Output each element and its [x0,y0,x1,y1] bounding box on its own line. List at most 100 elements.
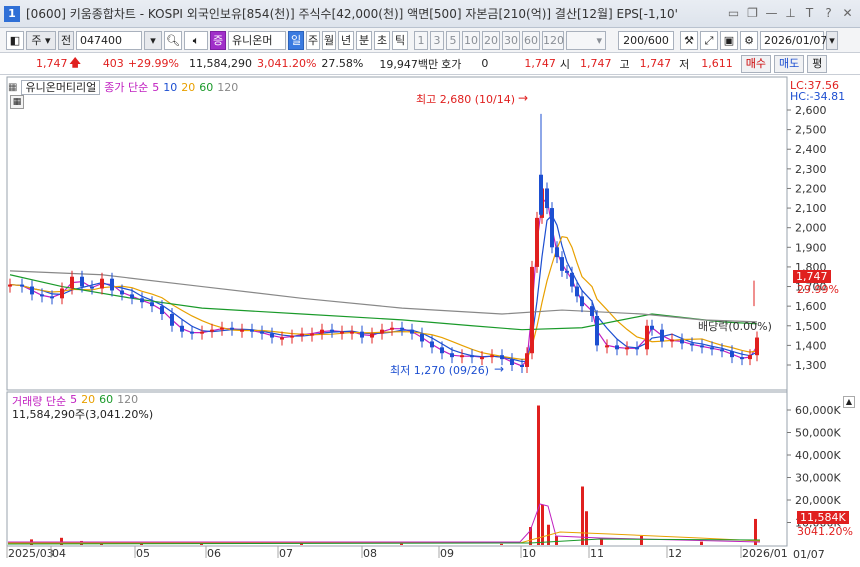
candle-body [280,337,284,340]
price-axis-tick: 1,600 [795,300,827,313]
candle-body [570,272,574,287]
candle-body [410,329,414,334]
count-value: 200 [623,33,645,47]
dividend-label: 배당락(0.00%) [698,320,772,333]
candle-body [8,284,12,287]
sell-button[interactable]: 매도 [773,54,805,73]
interval-120[interactable]: 120 [542,30,564,50]
candle-body [575,286,579,297]
stock-code-input[interactable]: 047400 [76,30,142,50]
speaker-icon[interactable]: 🔈︎ [184,30,208,50]
candle-body [80,276,84,287]
price-axis-tick: 2,000 [795,222,827,235]
pin-icon[interactable]: ⊥ [784,6,797,20]
candle-body [450,353,454,358]
low-arrow-icon: → [494,362,505,376]
candle-body [440,347,444,354]
candle-body [615,345,619,350]
date-input[interactable]: 2026/01/07 [760,30,827,50]
open-price: 1,747 [579,57,612,70]
volume-ma20-line [8,531,761,544]
change-rate: +29.99% [127,57,179,70]
window-title: [0600] 키움종합차트 - KOSPI 외국인보유[854(천)] 주식수[… [26,7,678,21]
font-icon[interactable]: T [803,6,816,20]
count-input[interactable]: 200/600 [618,30,674,50]
indicator-icon[interactable]: ⤢ [700,30,718,50]
restore-icon[interactable]: ❐ [746,6,759,20]
settings-icon[interactable]: ⚙ [740,30,758,50]
volume: 11,584,290 [188,57,252,70]
candle-body [20,284,24,287]
candle-body [60,288,64,299]
code-dropdown-icon[interactable]: ▾ [144,30,162,50]
candle-body [400,327,404,330]
candle-body [220,327,224,330]
custom-interval-select[interactable]: ▾ [566,30,606,50]
drawing-tools-icon[interactable]: ⚒ [680,30,698,50]
window-number-badge: 1 [4,5,20,22]
interval-10[interactable]: 10 [462,30,480,50]
time-axis-tick: 10 [522,547,536,560]
volume-rate-tag: 3041.20% [797,525,853,538]
period-day[interactable]: 일 [288,30,304,50]
whole-button[interactable]: 전 [58,30,74,50]
period-week[interactable]: 주 [306,30,320,50]
eval-button[interactable]: 평 [807,54,828,73]
stock-type-tag: 증 [210,30,226,50]
volume-bar [541,504,544,545]
stock-name-field: 유니온머티 [228,30,286,50]
period-minute[interactable]: 분 [356,30,372,50]
interval-20[interactable]: 20 [482,30,500,50]
period-tick[interactable]: 틱 [392,30,408,50]
search-icon[interactable]: 🔍︎ [164,30,182,50]
candle-body [670,339,674,342]
candle-body [720,349,724,352]
stock-code-value: 047400 [80,33,122,47]
date-dropdown-icon[interactable]: ▾ [826,30,838,50]
candle-body [150,302,154,307]
layout-icon[interactable]: ▭ [727,6,740,20]
hoga-label: 호가 [441,57,462,71]
price-axis-tick: 2,200 [795,182,827,195]
interval-5[interactable]: 5 [446,30,460,50]
save-icon[interactable]: ▣ [720,30,738,50]
change-amount: 403 [102,57,124,70]
candle-body [645,325,649,350]
period-year[interactable]: 년 [338,30,354,50]
interval-60[interactable]: 60 [522,30,540,50]
volume-panel-collapse-icon[interactable]: ▲ [843,396,855,408]
volume-ma5-line [8,503,761,543]
candle-body [210,329,214,332]
buy-button[interactable]: 매수 [740,54,771,73]
volume-axis-tick: 20,000K [795,494,841,507]
volume-rate: 3,041.20% [256,57,317,70]
interval-30[interactable]: 30 [502,30,520,50]
help-icon[interactable]: ? [822,6,835,20]
candle-body [370,333,374,338]
candle-body [490,355,494,358]
count-max: /600 [644,33,669,47]
time-axis-tick: 05 [136,547,150,560]
period-month[interactable]: 월 [322,30,336,50]
interval-3[interactable]: 3 [430,30,444,50]
market-select[interactable]: 주 ▾ [26,30,56,50]
candle-body [460,355,464,358]
interval-1[interactable]: 1 [414,30,428,50]
open-label: 시 [559,57,570,71]
candle-body [690,343,694,346]
candle-body [550,208,554,248]
candle-body [605,345,609,348]
turnover-ratio: 27.58% [321,57,364,70]
candle-body [650,325,654,330]
candle-body [470,355,474,358]
candle-body [100,278,104,289]
minimize-icon[interactable]: — [765,6,778,20]
candle-body [748,355,752,360]
close-icon[interactable]: ✕ [841,6,854,20]
window-title-bar: 1 [0600] 키움종합차트 - KOSPI 외국인보유[854(천)] 주식… [0,0,860,28]
candle-body [30,286,34,295]
price-axis-tick: 1,900 [795,241,827,254]
period-second[interactable]: 초 [374,30,390,50]
panel-toggle-icon[interactable]: ◧ [6,30,24,50]
candle-body [730,351,734,358]
